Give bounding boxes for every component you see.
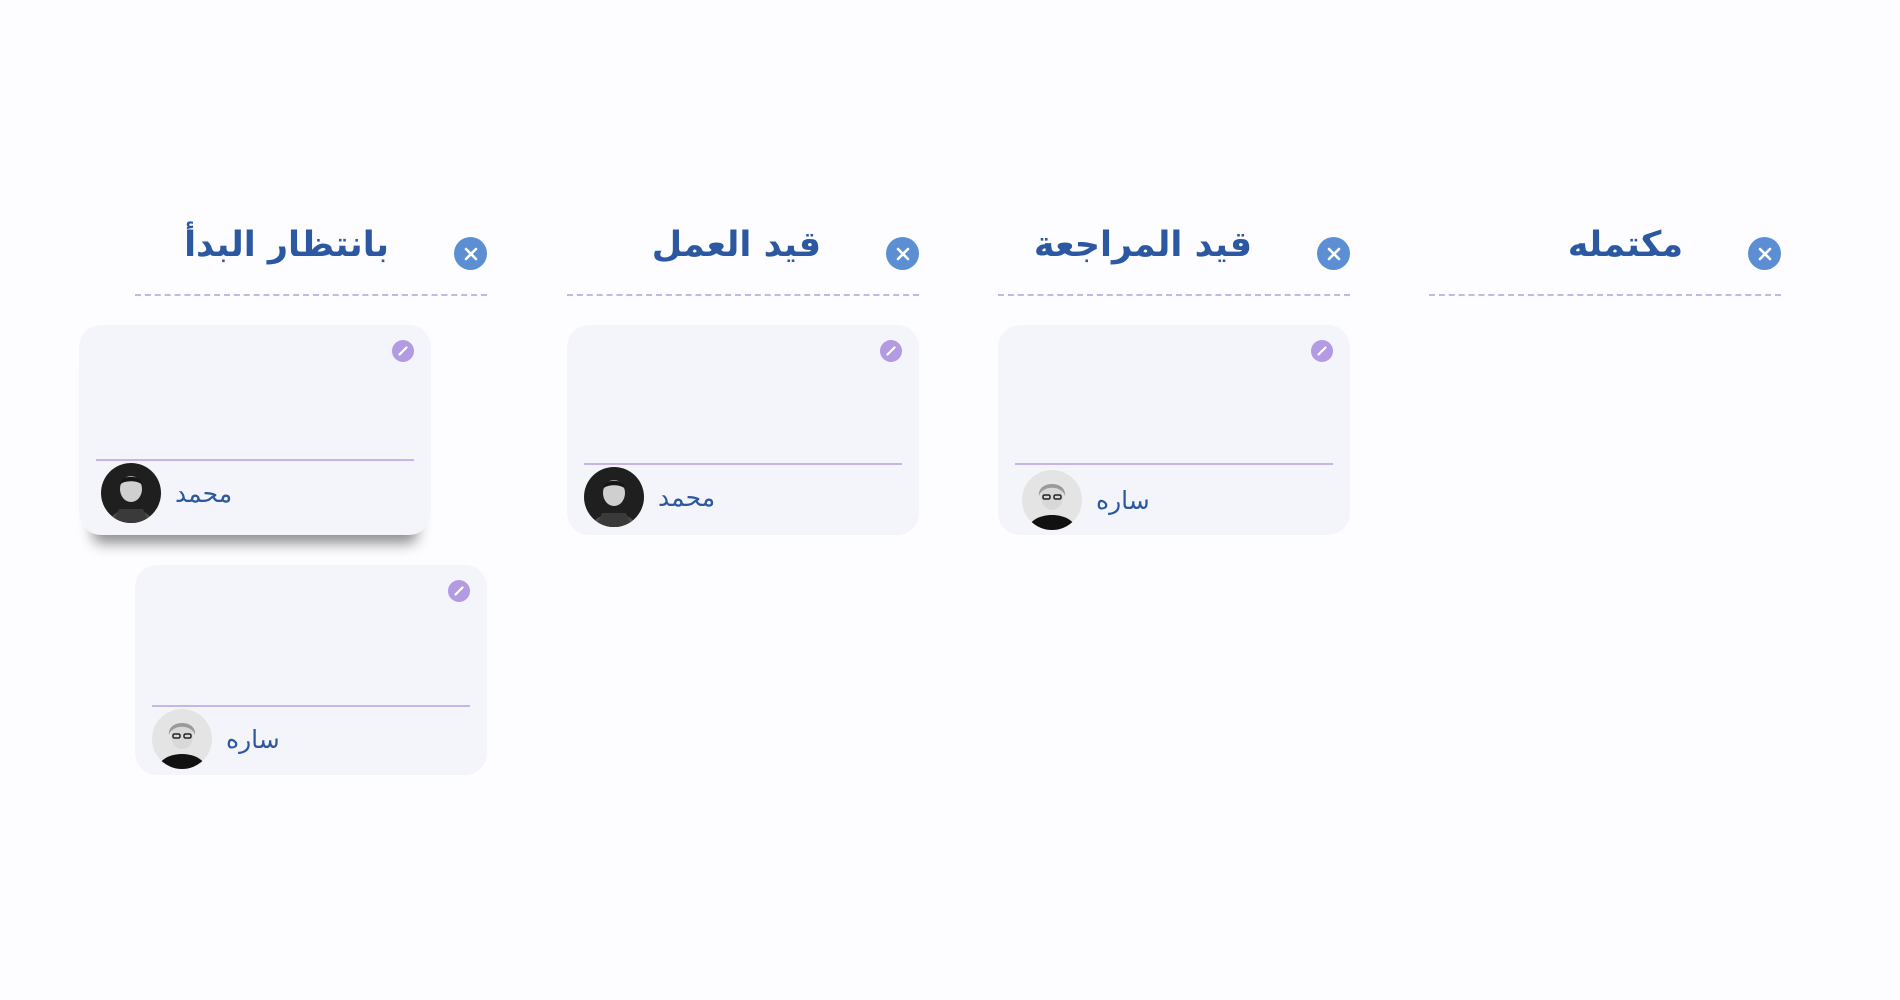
column-waiting: بانتظار البدأ [135, 218, 487, 296]
column-header: قيد العمل [567, 218, 919, 296]
column-close-button[interactable] [886, 237, 919, 270]
column-header: مكتمله [1429, 218, 1781, 296]
card-divider [152, 705, 470, 707]
avatar [101, 463, 161, 523]
assignee-name: ساره [1096, 485, 1150, 515]
edit-card-button[interactable] [1311, 340, 1333, 362]
close-icon [896, 247, 909, 260]
card-assignee: محمد [101, 463, 232, 523]
pencil-icon [886, 346, 896, 356]
card-divider [1015, 463, 1333, 465]
column-close-button[interactable] [454, 237, 487, 270]
column-title: قيد العمل [651, 225, 821, 265]
woman-avatar [152, 709, 212, 769]
column-header: قيد المراجعة [998, 218, 1350, 296]
column-title: بانتظار البدأ [184, 225, 389, 265]
card-assignee: محمد [584, 467, 715, 527]
kanban-board: بانتظار البدأ قيد العمل قيد المراجعة مكت… [0, 0, 1900, 1000]
card-divider [96, 459, 414, 461]
assignee-name: محمد [658, 482, 716, 512]
column-title: مكتمله [1567, 225, 1683, 265]
task-card[interactable]: محمد [567, 325, 919, 535]
close-icon [1758, 247, 1771, 260]
avatar [1022, 470, 1082, 530]
close-icon [464, 247, 477, 260]
column-in-progress: قيد العمل [567, 218, 919, 296]
card-divider [584, 463, 902, 465]
edit-card-button[interactable] [880, 340, 902, 362]
man-avatar [101, 463, 161, 523]
column-close-button[interactable] [1317, 237, 1350, 270]
card-assignee: ساره [1022, 470, 1150, 530]
column-header: بانتظار البدأ [135, 218, 487, 296]
assignee-name: محمد [175, 478, 233, 508]
man-avatar [584, 467, 644, 527]
edit-card-button[interactable] [448, 580, 470, 602]
task-card[interactable]: ساره [135, 565, 487, 775]
close-icon [1327, 247, 1340, 260]
task-card[interactable]: محمد [79, 325, 431, 535]
column-close-button[interactable] [1748, 237, 1781, 270]
avatar [152, 709, 212, 769]
avatar [584, 467, 644, 527]
pencil-icon [1317, 346, 1327, 356]
edit-card-button[interactable] [392, 340, 414, 362]
column-review: قيد المراجعة [998, 218, 1350, 296]
pencil-icon [454, 586, 464, 596]
assignee-name: ساره [226, 724, 280, 754]
card-assignee: ساره [152, 709, 280, 769]
pencil-icon [398, 346, 408, 356]
task-card[interactable]: ساره [998, 325, 1350, 535]
column-title: قيد المراجعة [1033, 225, 1252, 265]
woman-avatar [1022, 470, 1082, 530]
column-done: مكتمله [1429, 218, 1781, 296]
